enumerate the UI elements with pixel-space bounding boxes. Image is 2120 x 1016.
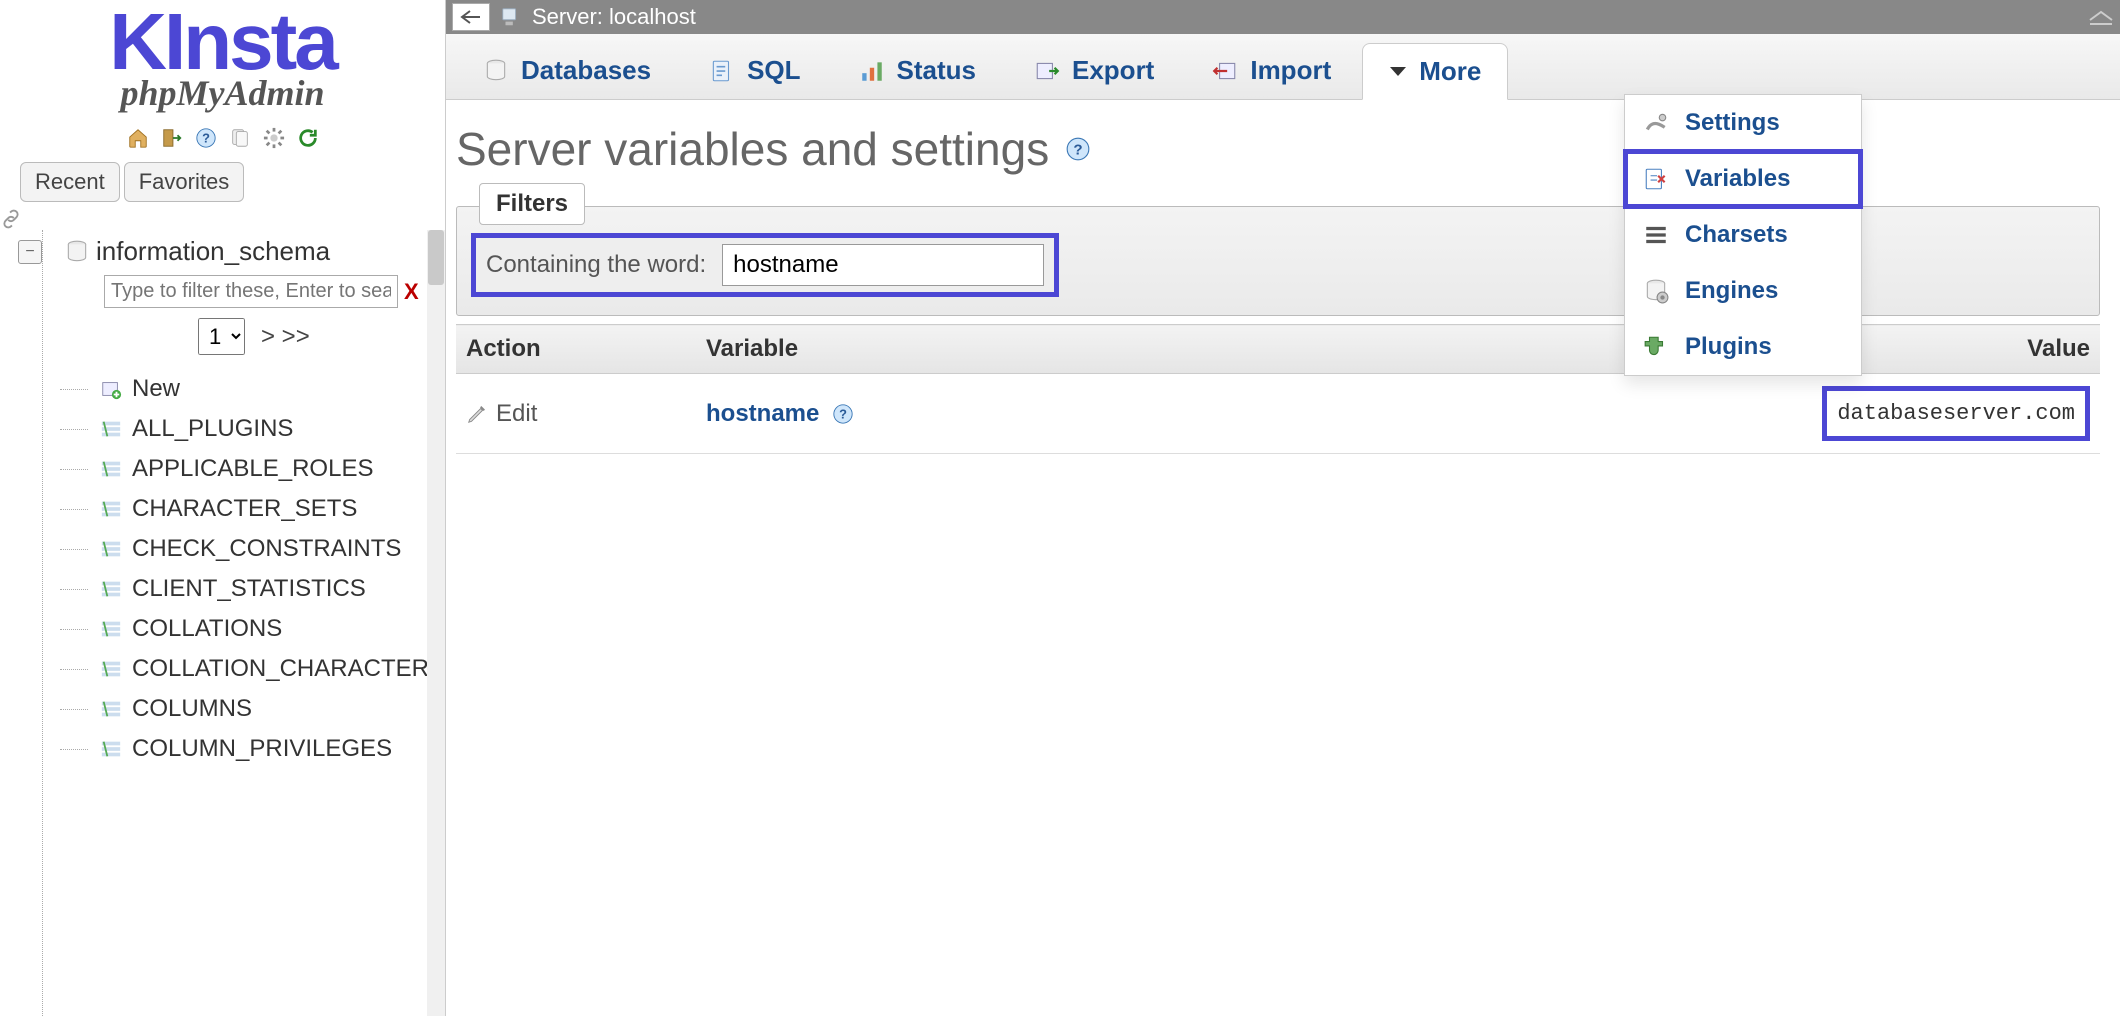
main: Server: localhost Databases SQL Status E…: [446, 0, 2120, 1016]
breadcrumb[interactable]: Server: localhost: [532, 4, 696, 30]
svg-text:?: ?: [839, 407, 847, 422]
col-variable: Variable: [696, 325, 1214, 374]
sidebar-scrollbar-thumb[interactable]: [428, 230, 444, 285]
tree-root-label[interactable]: information_schema: [96, 236, 330, 267]
favorites-tab[interactable]: Favorites: [124, 162, 244, 202]
clear-filter-icon[interactable]: X: [404, 279, 419, 305]
filter-label: Containing the word:: [486, 251, 706, 279]
filter-word-input[interactable]: [722, 244, 1044, 286]
tab-label: Import: [1250, 55, 1331, 86]
logo-area: KInsta phpMyAdmin: [0, 0, 445, 118]
tree-item[interactable]: APPLICABLE_ROLES: [86, 449, 445, 489]
tree-page-select[interactable]: 1: [198, 318, 245, 355]
sidebar-scrollbar-track[interactable]: [427, 230, 445, 1016]
pencil-icon: [466, 403, 488, 425]
tab-label: Status: [897, 55, 976, 86]
topbar: Server: localhost: [446, 0, 2120, 34]
variable-name[interactable]: hostname: [706, 400, 819, 427]
server-icon: [500, 6, 522, 28]
database-icon: [64, 239, 90, 265]
gear-icon[interactable]: [262, 126, 286, 150]
tree-item-label: CLIENT_STATISTICS: [132, 575, 366, 603]
tree-item-label: COLUMN_PRIVILEGES: [132, 735, 392, 763]
sidebar: KInsta phpMyAdmin ? Recent: [0, 0, 446, 1016]
sidebar-quick-icons: ?: [0, 126, 445, 150]
recent-tab[interactable]: Recent: [20, 162, 120, 202]
col-action: Action: [456, 325, 696, 374]
tree-item-label: CHECK_CONSTRAINTS: [132, 535, 401, 563]
help-icon[interactable]: ?: [1065, 136, 1091, 162]
logo-kinsta-text: KInsta: [10, 10, 435, 74]
tree-item-label: COLLATIONS: [132, 615, 282, 643]
variable-value: databaseserver.com: [1822, 386, 2090, 441]
logout-icon[interactable]: [160, 126, 184, 150]
menu-variables[interactable]: Variables: [1625, 151, 1861, 207]
tree-collapse-icon[interactable]: −: [18, 240, 42, 264]
menu-label: Engines: [1685, 277, 1778, 305]
menu-plugins[interactable]: Plugins: [1625, 319, 1861, 375]
menu-charsets[interactable]: Charsets: [1625, 207, 1861, 263]
tab-label: SQL: [747, 55, 800, 86]
tree-item-new[interactable]: New: [86, 369, 445, 409]
tree-item-label: CHARACTER_SETS: [132, 495, 357, 523]
menu-label: Variables: [1685, 165, 1790, 193]
reload-icon[interactable]: [296, 126, 320, 150]
nav-tree: − information_schema X 1 > >>: [0, 230, 445, 1016]
tab-label: More: [1419, 56, 1481, 87]
tree-item[interactable]: COLLATION_CHARACTER_: [86, 649, 445, 689]
svg-text:?: ?: [1074, 141, 1083, 158]
tab-label: Export: [1072, 55, 1154, 86]
logo-phpmyadmin-text: phpMyAdmin: [10, 72, 435, 114]
tree-item[interactable]: COLUMN_PRIVILEGES: [86, 729, 445, 769]
back-button[interactable]: [452, 3, 490, 31]
tree-item-label: New: [132, 375, 180, 403]
link-icon[interactable]: [0, 208, 400, 230]
tree-item-label: COLUMNS: [132, 695, 252, 723]
chevron-down-icon: [1389, 66, 1407, 78]
tree-item-label: ALL_PLUGINS: [132, 415, 293, 443]
tree-item[interactable]: CHARACTER_SETS: [86, 489, 445, 529]
tree-item-label: COLLATION_CHARACTER_: [132, 655, 442, 683]
tab-export[interactable]: Export: [1007, 42, 1181, 99]
tab-import[interactable]: Import: [1185, 42, 1358, 99]
menu-label: Charsets: [1685, 221, 1788, 249]
menu-engines[interactable]: Engines: [1625, 263, 1861, 319]
docs-icon[interactable]: [228, 126, 252, 150]
tab-label: Databases: [521, 55, 651, 86]
tree-item[interactable]: CLIENT_STATISTICS: [86, 569, 445, 609]
page-title: Server variables and settings: [456, 122, 1049, 176]
tree-filter-input[interactable]: [104, 275, 398, 308]
home-icon[interactable]: [126, 126, 150, 150]
tab-more[interactable]: More: [1362, 43, 1508, 100]
tree-item[interactable]: COLLATIONS: [86, 609, 445, 649]
main-tabs: Databases SQL Status Export Import: [446, 34, 2120, 100]
sidebar-tabs: Recent Favorites: [20, 162, 445, 202]
help-icon[interactable]: ?: [832, 403, 854, 425]
help-icon[interactable]: ?: [194, 126, 218, 150]
menu-settings[interactable]: Settings: [1625, 95, 1861, 151]
tab-status[interactable]: Status: [832, 42, 1003, 99]
tree-item-label: APPLICABLE_ROLES: [132, 455, 373, 483]
menu-label: Settings: [1685, 109, 1780, 137]
filter-row: Containing the word:: [471, 233, 1059, 297]
tree-item[interactable]: CHECK_CONSTRAINTS: [86, 529, 445, 569]
table-row: Edit hostname ? databaseserver.com: [456, 374, 2100, 454]
expand-icon[interactable]: [2088, 8, 2114, 26]
filters-legend: Filters: [479, 183, 585, 225]
tab-sql[interactable]: SQL: [682, 42, 827, 99]
tree-item[interactable]: ALL_PLUGINS: [86, 409, 445, 449]
more-dropdown: Settings Variables Charsets Engines Plug…: [1624, 94, 1862, 376]
menu-label: Plugins: [1685, 333, 1772, 361]
edit-action[interactable]: Edit: [466, 400, 666, 428]
svg-text:?: ?: [202, 131, 210, 146]
tree-item[interactable]: COLUMNS: [86, 689, 445, 729]
edit-label: Edit: [496, 400, 537, 428]
tab-databases[interactable]: Databases: [456, 42, 678, 99]
tree-page-next[interactable]: > >>: [261, 323, 310, 351]
